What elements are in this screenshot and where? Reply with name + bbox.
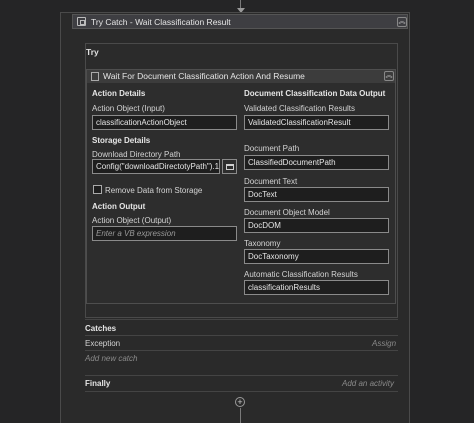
catches-title: Catches — [85, 324, 117, 333]
document-text-field[interactable]: DocText — [244, 187, 389, 202]
divider — [85, 391, 398, 392]
taxonomy-label: Taxonomy — [244, 239, 281, 248]
remove-data-label: Remove Data from Storage — [105, 186, 203, 195]
double-chevron-up-icon[interactable]: ︽ — [397, 17, 407, 27]
try-catch-title: Try Catch - Wait Classification Result — [91, 17, 231, 27]
document-object-model-label: Document Object Model — [244, 208, 330, 217]
add-activity-hint[interactable]: Add an activity — [342, 379, 394, 388]
validated-results-field[interactable]: ValidatedClassificationResult — [244, 115, 389, 130]
try-label: Try — [86, 47, 99, 57]
download-directory-label: Download Directory Path — [92, 150, 181, 159]
finally-title: Finally — [85, 379, 111, 388]
document-path-field[interactable]: ClassifiedDocumentPath — [244, 155, 389, 170]
add-new-catch-link[interactable]: Add new catch — [85, 354, 137, 363]
auto-classification-results-label: Automatic Classification Results — [244, 270, 358, 279]
divider — [85, 319, 398, 320]
document-text-label: Document Text — [244, 177, 298, 186]
divider — [85, 375, 398, 376]
action-details-title: Action Details — [92, 89, 146, 98]
divider — [85, 350, 398, 351]
action-object-input-field[interactable]: classificationActionObject — [92, 115, 237, 130]
action-output-title: Action Output — [92, 202, 146, 211]
document-path-label: Document Path — [244, 144, 300, 153]
activity-icon — [91, 72, 99, 81]
auto-classification-results-field[interactable]: classificationResults — [244, 280, 389, 295]
try-catch-header[interactable]: Try Catch - Wait Classification Result ︽ — [72, 14, 408, 29]
divider — [85, 335, 398, 336]
remove-data-checkbox[interactable] — [93, 185, 102, 194]
action-object-input-label: Action Object (Input) — [92, 104, 165, 113]
try-catch-icon — [77, 17, 86, 26]
download-directory-field[interactable]: Config("downloadDirectotyPath").1 — [92, 159, 220, 174]
wait-activity-title: Wait For Document Classification Action … — [103, 71, 305, 81]
action-object-output-label: Action Object (Output) — [92, 216, 172, 225]
bottom-connector-line — [240, 408, 241, 423]
validated-results-label: Validated Classification Results — [244, 104, 356, 113]
storage-details-title: Storage Details — [92, 136, 151, 145]
exception-label[interactable]: Exception — [85, 339, 120, 348]
double-chevron-up-icon[interactable]: ︽ — [384, 71, 394, 81]
action-object-output-field[interactable]: Enter a VB expression — [92, 226, 237, 241]
folder-icon[interactable] — [222, 159, 237, 174]
add-activity-plus-icon[interactable]: + — [235, 397, 245, 407]
doc-classification-output-title: Document Classification Data Output — [244, 89, 386, 98]
wait-activity-header[interactable]: Wait For Document Classification Action … — [87, 70, 395, 83]
taxonomy-field[interactable]: DocTaxonomy — [244, 249, 389, 264]
assign-hint[interactable]: Assign — [372, 339, 396, 348]
document-object-model-field[interactable]: DocDOM — [244, 218, 389, 233]
